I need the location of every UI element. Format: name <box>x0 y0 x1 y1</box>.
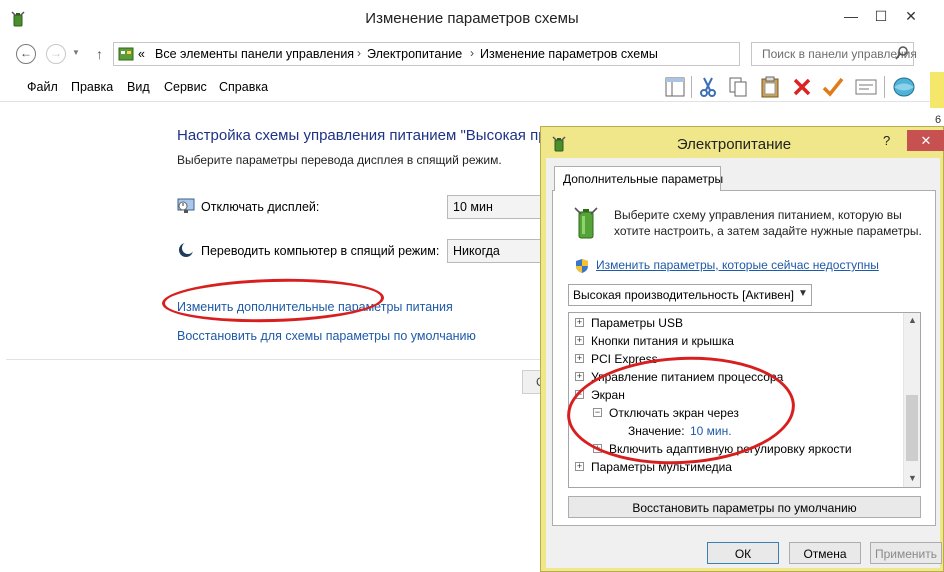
menu-view[interactable]: Вид <box>127 80 150 94</box>
tree-scrollbar[interactable]: ▲ ▼ <box>903 313 920 487</box>
toolbar-separator <box>884 76 885 98</box>
forward-button[interactable]: → <box>46 44 66 64</box>
copy-icon[interactable] <box>725 74 751 100</box>
dialog-close-button[interactable]: ✕ <box>907 130 944 151</box>
display-off-label: Отключать дисплей: <box>201 200 320 214</box>
main-titlebar: Изменение параметров схемы — ☐ ✕ <box>0 0 944 38</box>
recent-pages-chevron-icon[interactable]: ▼ <box>72 48 80 57</box>
search-input[interactable]: Поиск в панели управления <box>751 42 917 66</box>
toolbar <box>660 74 930 100</box>
restore-defaults-link[interactable]: Восстановить для схемы параметры по умол… <box>177 329 476 343</box>
tab-panel: Выберите схему управления питанием, кото… <box>552 190 936 526</box>
sleep-label: Переводить компьютер в спящий режим: <box>201 244 440 258</box>
globe-icon[interactable] <box>891 74 917 100</box>
scheme-select[interactable]: Высокая производительность [Активен] ▼ <box>568 284 812 306</box>
tree-item-label: Кнопки питания и крышка <box>591 334 734 348</box>
expand-icon[interactable]: + <box>575 318 584 327</box>
delete-icon[interactable] <box>789 74 815 100</box>
expand-icon[interactable]: + <box>575 354 584 363</box>
window-title: Изменение параметров схемы <box>365 10 579 27</box>
address-prefix: « <box>138 47 145 61</box>
paste-icon[interactable] <box>757 74 783 100</box>
back-button[interactable]: ← <box>16 44 36 64</box>
restore-defaults-button-label: Восстановить параметры по умолчанию <box>632 501 857 515</box>
uac-shield-icon <box>576 259 588 273</box>
cancel-button-label: Отмена <box>803 547 847 561</box>
tab-advanced-settings[interactable]: Дополнительные параметры <box>554 166 724 191</box>
expand-icon[interactable]: + <box>575 372 584 381</box>
sleep-value: Никогда <box>453 244 500 258</box>
menu-edit[interactable]: Правка <box>71 80 113 94</box>
breadcrumb-separator[interactable]: › <box>357 46 361 60</box>
sleep-select[interactable]: Никогда <box>447 239 541 263</box>
help-button[interactable]: ? <box>883 133 890 148</box>
toolbar-separator <box>691 76 692 98</box>
maximize-button[interactable]: ☐ <box>868 6 894 26</box>
address-box[interactable]: « Все элементы панели управления › Элект… <box>113 42 845 66</box>
dialog-description: Выберите схему управления питанием, кото… <box>614 208 922 238</box>
minimize-button[interactable]: — <box>838 6 864 26</box>
dialog-title: Электропитание <box>676 136 792 153</box>
ok-button-label: ОК <box>734 547 752 561</box>
scroll-up-icon[interactable]: ▲ <box>908 315 917 325</box>
apply-button[interactable]: Применить <box>870 542 942 564</box>
breadcrumb-separator[interactable]: › <box>470 46 474 60</box>
page-title: Настройка схемы управления питанием "Выс… <box>177 127 547 144</box>
tree-item-label: Параметры USB <box>591 316 683 330</box>
chevron-down-icon: ▼ <box>798 288 808 299</box>
cancel-button[interactable]: Отмена <box>789 542 861 564</box>
ok-button[interactable]: ОК <box>707 542 779 564</box>
menu-file[interactable]: Файл <box>27 80 58 94</box>
expand-icon[interactable]: + <box>575 336 584 345</box>
content-divider <box>6 359 546 360</box>
save-button-fragment[interactable]: С <box>522 370 545 394</box>
address-bar-row: ← → ▼ ↑ « Все элементы панели управления… <box>0 38 944 68</box>
cut-icon[interactable] <box>695 74 721 100</box>
scroll-down-icon[interactable]: ▼ <box>908 473 917 483</box>
search-icon[interactable] <box>895 45 909 61</box>
menu-tools[interactable]: Сервис <box>164 80 207 94</box>
apply-button-label: Применить <box>874 547 937 561</box>
breadcrumb-all-items[interactable]: Все элементы панели управления <box>155 47 354 61</box>
scheme-select-value: Высокая производительность [Активен] <box>573 288 794 302</box>
change-unavailable-settings-link[interactable]: Изменить параметры, которые сейчас недос… <box>596 258 879 272</box>
power-options-dialog: Электропитание ? ✕ Дополнительные параме… <box>540 126 944 572</box>
close-button[interactable]: ✕ <box>898 6 924 26</box>
page-subtitle: Выберите параметры перевода дисплея в сп… <box>177 153 502 167</box>
properties-icon[interactable] <box>853 74 879 100</box>
scrollbar-thumb[interactable] <box>906 395 918 461</box>
breadcrumb-power[interactable]: Электропитание <box>367 47 462 61</box>
battery-icon <box>574 207 598 239</box>
breadcrumb-edit-plan[interactable]: Изменение параметров схемы <box>480 47 658 61</box>
tab-advanced-label: Дополнительные параметры <box>563 172 724 186</box>
layout-icon[interactable] <box>662 74 688 100</box>
display-off-value: 10 мин <box>453 200 493 214</box>
expand-icon[interactable]: + <box>575 462 584 471</box>
display-icon <box>177 198 195 213</box>
sleep-icon <box>179 242 194 257</box>
search-placeholder: Поиск в панели управления <box>762 47 917 61</box>
control-panel-icon <box>118 47 134 61</box>
menu-help[interactable]: Справка <box>219 80 268 94</box>
up-button[interactable]: ↑ <box>96 46 103 62</box>
restore-defaults-button[interactable]: Восстановить параметры по умолчанию <box>568 496 921 518</box>
display-off-select[interactable]: 10 мин <box>447 195 541 219</box>
check-icon[interactable] <box>820 74 846 100</box>
